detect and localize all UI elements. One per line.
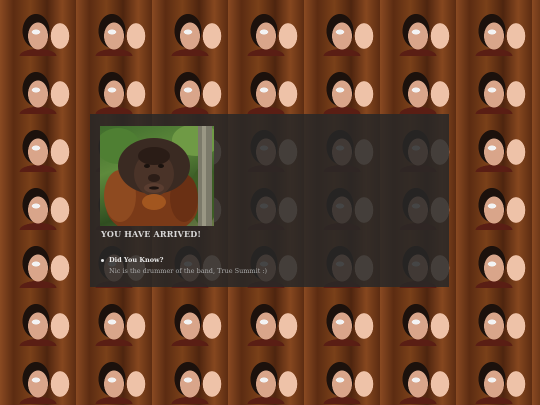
list-item: Did You Know? Nic is the drummer of the … bbox=[101, 256, 267, 275]
fact-title: Did You Know? bbox=[109, 256, 164, 264]
facts-list: Did You Know? Nic is the drummer of the … bbox=[101, 256, 267, 275]
orangutan-photo bbox=[100, 126, 214, 226]
bullet-icon bbox=[101, 259, 104, 262]
arrival-heading: YOU HAVE ARRIVED! bbox=[101, 229, 202, 239]
welcome-panel: YOU HAVE ARRIVED! Did You Know? Nic is t… bbox=[90, 114, 449, 287]
fact-text: Nic is the drummer of the band, True Sum… bbox=[109, 267, 268, 275]
